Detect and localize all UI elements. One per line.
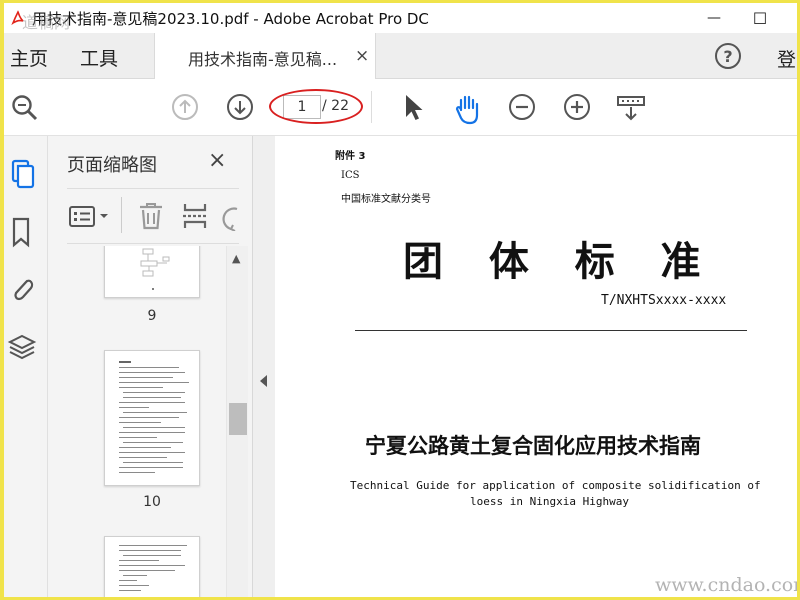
thumbnail-label-10: 10 <box>143 494 161 510</box>
tab-tools[interactable]: 工具 <box>80 44 118 71</box>
close-panel-icon[interactable]: × <box>208 148 226 173</box>
help-label: ? <box>723 46 733 66</box>
document-tab[interactable]: 用技术指南-意见稿... × <box>154 33 376 79</box>
tab-home[interactable]: 主页 <box>10 44 48 71</box>
left-navigation-rail <box>4 136 48 597</box>
thumbnail-list: 9 10 <box>48 246 226 597</box>
document-tab-label: 用技术指南-意见稿... <box>188 50 338 69</box>
close-tab-icon[interactable]: × <box>355 46 369 66</box>
layers-icon[interactable] <box>7 332 37 368</box>
main-toolbar: 1 / 22 <box>4 79 797 136</box>
thumbnail-page-10[interactable] <box>104 350 200 486</box>
tab-bar: 主页 工具 用技术指南-意见稿... × ? 登 <box>4 33 797 79</box>
maximize-icon: ☐ <box>752 8 768 28</box>
maximize-button[interactable]: ☐ <box>737 3 783 33</box>
insert-page-icon[interactable] <box>181 201 209 235</box>
attachment-icon[interactable] <box>7 272 37 308</box>
thumbnail-options-icon[interactable] <box>68 204 112 234</box>
help-icon[interactable]: ? <box>715 43 741 69</box>
collapse-panel-arrow-icon[interactable] <box>260 375 267 387</box>
minimize-button[interactable]: — <box>691 3 737 33</box>
select-cursor-icon[interactable] <box>402 93 426 127</box>
thumbnail-page-11[interactable] <box>104 536 200 597</box>
thumbnail-scrollbar[interactable]: ▲ <box>226 246 248 597</box>
horizontal-rule <box>355 330 747 331</box>
red-annotation-circle <box>269 89 363 124</box>
bookmark-icon[interactable] <box>7 216 37 252</box>
document-title-en-line1: Technical Guide for application of compo… <box>350 479 761 492</box>
thumbnail-label-9: 9 <box>147 308 157 324</box>
scrollbar-thumb[interactable] <box>229 403 247 435</box>
thumbnail-panel: 页面缩略图 × 9 10 ▲ <box>48 136 253 597</box>
acrobat-window: 用技术指南-意见稿2023.10.pdf - Adobe Acrobat Pro… <box>4 3 797 597</box>
classification-label: 中国标准文献分类号 <box>341 194 431 205</box>
ics-label: ICS <box>341 170 360 181</box>
rotate-page-icon[interactable] <box>221 203 239 235</box>
standard-heading: 团 体 标 准 <box>403 238 707 285</box>
watermark-bottom-right: www.cndao.com <box>655 574 797 596</box>
previous-page-icon[interactable] <box>171 93 199 125</box>
annex-label: 附件 3 <box>335 151 366 162</box>
next-page-icon[interactable] <box>226 93 254 125</box>
scroll-up-arrow-icon[interactable]: ▲ <box>232 252 240 265</box>
watermark-top-left: 道稿网 <box>22 13 71 32</box>
zoom-level-dropdown-icon[interactable] <box>616 95 646 127</box>
page-thumbnails-icon[interactable] <box>7 158 37 194</box>
panel-toolbar-separator <box>121 197 122 233</box>
thumbnail-page-9[interactable] <box>104 246 200 298</box>
document-view: 附件 3 ICS 中国标准文献分类号 团 体 标 准 T/NXHTSxxxx-x… <box>275 136 797 597</box>
zoom-out-icon[interactable] <box>508 93 536 125</box>
toolbar-separator <box>371 91 372 123</box>
hand-tool-icon[interactable] <box>452 93 484 129</box>
window-title: 用技术指南-意见稿2023.10.pdf - Adobe Acrobat Pro… <box>32 9 429 28</box>
document-title-cn: 宁夏公路黄土复合固化应用技术指南 <box>365 434 701 458</box>
panel-collapse-strip[interactable] <box>253 136 275 597</box>
search-icon[interactable] <box>10 93 40 127</box>
panel-toolbar <box>67 188 239 244</box>
panel-title: 页面缩略图 <box>67 155 157 176</box>
zoom-in-icon[interactable] <box>563 93 591 125</box>
delete-page-icon[interactable] <box>137 201 165 235</box>
sign-in-link[interactable]: 登 <box>777 45 796 72</box>
standard-code: T/NXHTSxxxx-xxxx <box>601 293 727 308</box>
minimize-icon: — <box>707 10 721 26</box>
document-title-en-line2: loess in Ningxia Highway <box>470 495 629 508</box>
title-bar: 用技术指南-意见稿2023.10.pdf - Adobe Acrobat Pro… <box>4 3 797 33</box>
